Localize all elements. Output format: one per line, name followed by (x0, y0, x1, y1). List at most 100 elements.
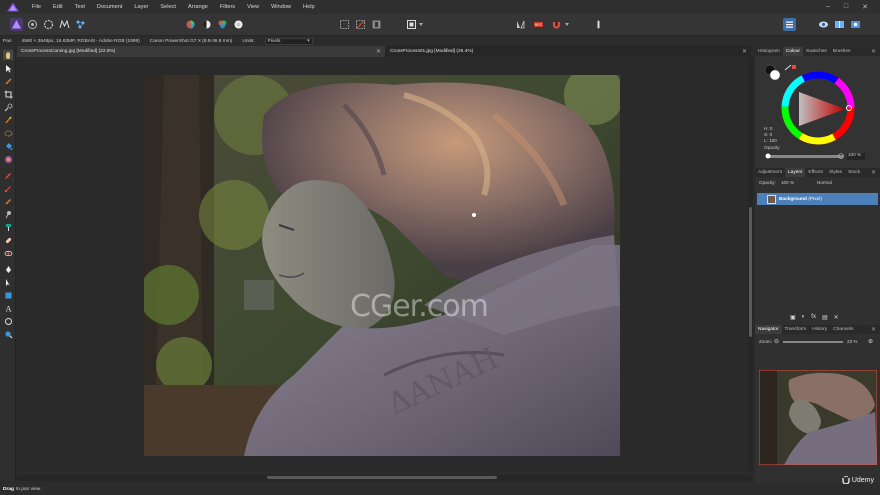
assistant-icon[interactable] (592, 18, 605, 31)
menu-text[interactable]: Text (69, 4, 91, 10)
flood-fill-tool-icon[interactable] (3, 141, 13, 151)
document-image[interactable]: ΔANAH (144, 75, 620, 456)
erase-brush-tool-icon[interactable] (3, 196, 13, 206)
minimize-icon[interactable]: – (826, 3, 830, 11)
tab-transform[interactable]: Transform (782, 325, 810, 334)
layer-row[interactable]: Background (Pixel) (757, 193, 878, 205)
tab-document-2[interactable]: CrossProcess01.jpg [Modified] (26.4%) ✕ (386, 46, 751, 57)
delete-layer-icon[interactable]: ✕ (834, 314, 839, 323)
colour-panel-tabs: Histogram Colour Swatches Brushes ✕ (755, 47, 880, 56)
tab-navigator[interactable]: Navigator (755, 325, 782, 334)
horizontal-scrollbar[interactable] (17, 475, 751, 481)
auto-levels-icon[interactable] (184, 18, 197, 31)
vertical-scrollbar[interactable] (748, 57, 753, 471)
arrange-panels-icon[interactable] (783, 18, 796, 31)
tab-stock[interactable]: Stock (845, 168, 863, 177)
node-tool-icon[interactable] (3, 277, 13, 287)
tab-layers[interactable]: Layers (785, 168, 806, 177)
menu-layer[interactable]: Layer (128, 4, 154, 10)
tab-colour[interactable]: Colour (782, 47, 803, 56)
group-layer-icon[interactable]: ▤ (822, 314, 828, 323)
menu-window[interactable]: Window (265, 4, 297, 10)
mask-layer-icon[interactable]: ▣ (790, 314, 796, 323)
paint-brush-tool-icon[interactable] (3, 170, 13, 180)
develop-persona-icon[interactable] (42, 18, 55, 31)
units-dropdown[interactable]: Pixels (264, 37, 313, 45)
tone-mapping-persona-icon[interactable] (58, 18, 71, 31)
tab-styles[interactable]: Styles (826, 168, 845, 177)
menu-help[interactable]: Help (297, 4, 321, 10)
flood-select-tool-icon[interactable] (3, 115, 13, 125)
zoom-out-icon[interactable]: ⊖ (774, 338, 779, 345)
auto-contrast-icon[interactable] (200, 18, 213, 31)
zoom-slider[interactable] (783, 341, 843, 343)
blend-mode-dropdown[interactable]: Normal (817, 180, 832, 185)
tab-swatches[interactable]: Swatches (803, 47, 830, 56)
auto-colours-icon[interactable] (216, 18, 229, 31)
tab-document-1[interactable]: CrossProcessCarving.jpg [Modified] (22.8… (17, 46, 385, 57)
view-mode-icon[interactable] (817, 18, 830, 31)
red-eye-tool-icon[interactable] (3, 248, 13, 258)
healing-brush-tool-icon[interactable] (3, 235, 13, 245)
zoom-value[interactable]: 23 % (847, 339, 857, 344)
maximize-icon[interactable]: □ (844, 3, 848, 11)
panel-close-icon[interactable]: ✕ (871, 169, 876, 176)
quick-mask-dropdown-icon[interactable] (417, 18, 425, 31)
split-view-icon[interactable] (833, 18, 846, 31)
close-icon[interactable]: ✕ (862, 3, 868, 11)
menu-arrange[interactable]: Arrange (182, 4, 214, 10)
crop-tool-icon[interactable] (3, 89, 13, 99)
mirror-view-icon[interactable] (849, 18, 862, 31)
photo-persona-icon[interactable] (10, 18, 23, 31)
mirror-icon[interactable] (514, 18, 527, 31)
tab-history[interactable]: History (809, 325, 830, 334)
snapping-dropdown-icon[interactable] (563, 18, 571, 31)
rectangle-tool-icon[interactable] (3, 290, 13, 300)
tab-adjustment[interactable]: Adjustment (755, 168, 785, 177)
tab-effects[interactable]: Effects (805, 168, 826, 177)
tab-histogram[interactable]: Histogram (755, 47, 783, 56)
tab-brushes[interactable]: Brushes (830, 47, 854, 56)
zoom-in-icon[interactable]: ⊕ (868, 338, 873, 345)
layer-opacity-value[interactable]: 100 % (781, 180, 794, 185)
pen-tool-icon[interactable] (3, 264, 13, 274)
menu-file[interactable]: File (26, 4, 47, 10)
zoom-tool-icon[interactable] (3, 329, 13, 339)
layer-name: Background (779, 196, 807, 202)
adjustment-layer-icon[interactable]: ◐ (802, 314, 806, 323)
menu-select[interactable]: Select (154, 4, 182, 10)
menu-view[interactable]: View (241, 4, 265, 10)
colour-wheel[interactable] (755, 56, 880, 168)
invert-selection-icon[interactable] (370, 18, 383, 31)
deselect-icon[interactable] (354, 18, 367, 31)
tab-channels[interactable]: Channels (830, 325, 856, 334)
navigator-preview[interactable] (759, 370, 877, 465)
gradient-tool-icon[interactable] (3, 154, 13, 164)
marquee-select-icon[interactable] (338, 18, 351, 31)
marquee-tool-icon[interactable] (3, 128, 13, 138)
text-tool-icon[interactable]: A (3, 303, 13, 313)
panel-close-icon[interactable]: ✕ (871, 48, 876, 55)
dodge-brush-tool-icon[interactable] (3, 209, 13, 219)
auto-white-balance-icon[interactable] (232, 18, 245, 31)
opacity-value[interactable]: 100 % (848, 152, 861, 157)
recording-icon[interactable]: REC (532, 18, 545, 31)
menu-document[interactable]: Document (91, 4, 129, 10)
zoom-fit-tool-icon[interactable] (3, 316, 13, 326)
clone-brush-tool-icon[interactable] (3, 222, 13, 232)
close-tab-icon[interactable]: ✕ (376, 48, 381, 55)
close-tab-icon[interactable]: ✕ (742, 48, 747, 55)
move-tool-icon[interactable] (3, 63, 13, 73)
layer-fx-icon[interactable]: fx (811, 314, 816, 323)
pixel-tool-icon[interactable] (3, 183, 13, 193)
liquify-persona-icon[interactable] (26, 18, 39, 31)
view-tool-icon[interactable] (3, 50, 13, 60)
panel-close-icon[interactable]: ✕ (871, 326, 876, 333)
canvas-area[interactable]: ΔANAH CGer.com (17, 57, 748, 471)
menu-filters[interactable]: Filters (214, 4, 241, 10)
menu-edit[interactable]: Edit (47, 4, 69, 10)
colour-picker-tool-icon[interactable] (3, 76, 13, 86)
export-persona-icon[interactable] (74, 18, 87, 31)
selection-brush-tool-icon[interactable] (3, 102, 13, 112)
snapping-magnet-icon[interactable] (550, 18, 563, 31)
